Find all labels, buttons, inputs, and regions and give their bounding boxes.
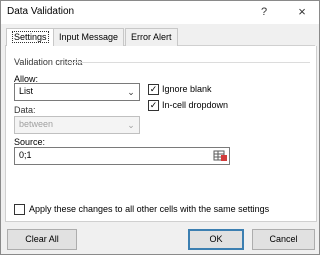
- title-bar: Data Validation ? ×: [1, 1, 319, 24]
- allow-value: List: [19, 86, 34, 96]
- tab-error-alert[interactable]: Error Alert: [125, 28, 178, 46]
- apply-all-label: Apply these changes to all other cells w…: [29, 204, 270, 214]
- close-button[interactable]: ×: [293, 4, 311, 20]
- ok-button[interactable]: OK: [188, 229, 244, 250]
- help-button[interactable]: ?: [255, 4, 273, 20]
- tab-settings[interactable]: Settings: [6, 28, 55, 47]
- data-label: Data:: [14, 105, 36, 115]
- dialog-title: Data Validation: [7, 6, 75, 17]
- source-label: Source:: [14, 137, 46, 147]
- cancel-button[interactable]: Cancel: [252, 229, 315, 250]
- ignore-blank-label: Ignore blank: [162, 84, 212, 94]
- ignore-blank-checkbox[interactable]: ✓: [148, 84, 159, 95]
- data-select[interactable]: between ⌄: [14, 116, 140, 134]
- incell-dropdown-label: In-cell dropdown: [162, 100, 229, 110]
- clear-all-button[interactable]: Clear All: [7, 229, 77, 250]
- incell-dropdown-checkbox[interactable]: ✓: [148, 100, 159, 111]
- data-validation-dialog: Data Validation ? × Settings Input Messa…: [0, 0, 320, 255]
- tab-input-message[interactable]: Input Message: [53, 28, 125, 46]
- tab-error-alert-label: Error Alert: [131, 32, 172, 42]
- tab-settings-label: Settings: [12, 31, 49, 43]
- group-divider: [66, 62, 310, 63]
- apply-all-checkbox[interactable]: [14, 204, 25, 215]
- source-input[interactable]: 0;1: [14, 147, 230, 165]
- settings-panel: Validation criteria Allow: List ⌄ ✓ Igno…: [5, 46, 317, 222]
- source-value: 0;1: [19, 150, 32, 160]
- chevron-down-icon: ⌄: [127, 87, 135, 97]
- chevron-down-icon: ⌄: [127, 120, 135, 130]
- range-selector-icon[interactable]: [212, 149, 228, 163]
- data-value: between: [19, 119, 54, 129]
- tab-input-message-label: Input Message: [59, 32, 119, 42]
- allow-select[interactable]: List ⌄: [14, 83, 140, 101]
